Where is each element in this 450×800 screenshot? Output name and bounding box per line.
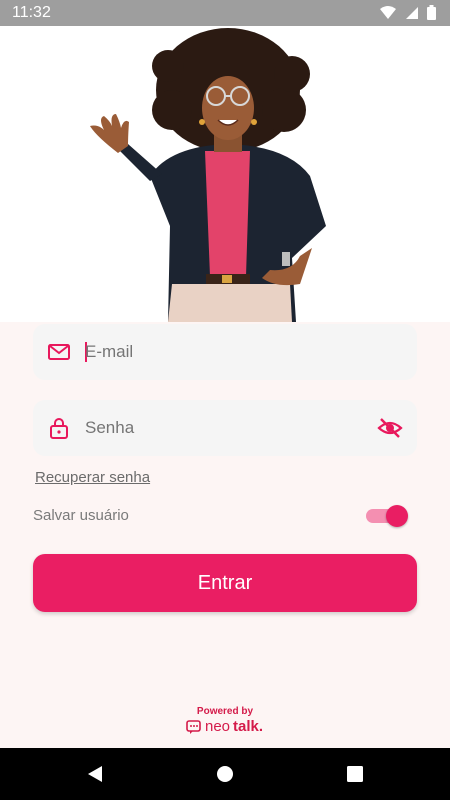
navigation-bar [0,748,450,800]
password-input[interactable] [85,410,385,446]
status-time: 11:32 [12,4,51,21]
battery-icon [427,5,436,20]
save-user-toggle[interactable] [366,504,408,528]
login-form: Recuperar senha Salvar usuário Entrar Po… [0,322,450,748]
home-icon[interactable] [215,764,235,784]
brand-logo: neo talk. [186,718,263,735]
recents-icon[interactable] [345,764,365,784]
toggle-thumb [386,505,408,527]
status-icons [379,5,436,20]
hero-illustration [0,26,450,322]
chat-bubble-icon [186,719,201,734]
email-input[interactable] [85,334,385,370]
eye-off-icon[interactable] [377,416,403,440]
save-user-label: Salvar usuário [33,507,129,524]
email-field[interactable] [33,324,417,380]
recover-password-link[interactable]: Recuperar senha [35,469,150,486]
avatar-illustration [90,28,326,322]
mail-icon [48,344,70,360]
lock-icon [50,418,68,439]
brand-talk: talk. [233,718,264,735]
status-bar: 11:32 [0,0,450,26]
password-field[interactable] [33,400,417,456]
submit-button[interactable]: Entrar [33,554,417,612]
back-icon[interactable] [85,764,105,784]
brand-neo: neo [205,718,231,735]
wifi-icon [380,5,396,19]
powered-by-label: Powered by [196,706,254,717]
signal-icon [406,6,418,19]
